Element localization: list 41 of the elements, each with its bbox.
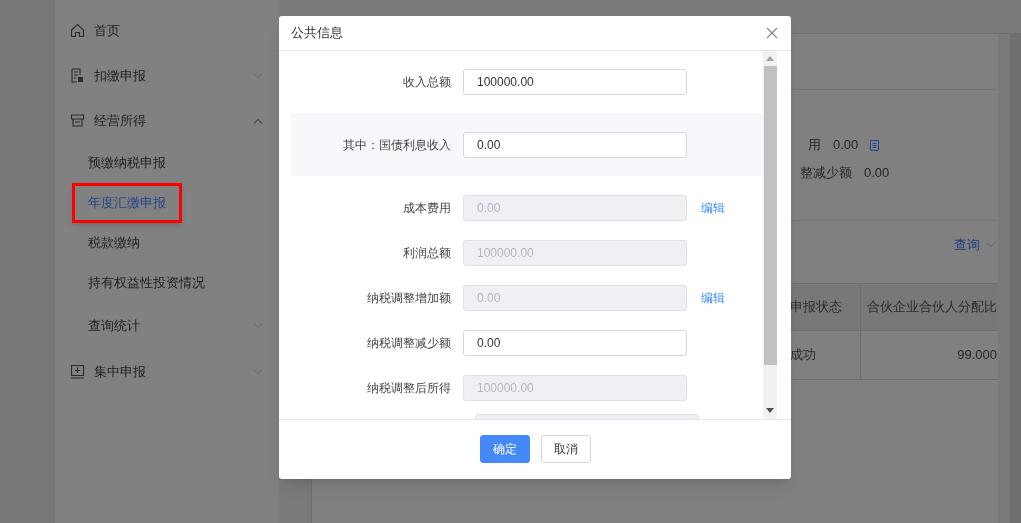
field-label: 纳税调整减少额	[366, 334, 452, 352]
dialog-title: 公共信息	[291, 24, 343, 43]
sidebar-item[interactable]: 查询统计	[72, 306, 156, 346]
table-cell-text: 99.000	[956, 346, 998, 365]
field-label: 纳税调整后所得	[366, 379, 452, 397]
close-icon[interactable]	[766, 27, 778, 39]
summary-label: 用	[808, 136, 821, 155]
cancel-button[interactable]: 取消	[540, 434, 591, 463]
summary-value: 0.00	[864, 164, 890, 183]
sidebar-item[interactable]: 预缴纳税申报	[72, 143, 182, 183]
sidebar-item[interactable]: 年度汇缴申报	[72, 183, 182, 223]
confirm-button[interactable]: 确定	[479, 434, 530, 463]
import-icon	[70, 364, 85, 379]
field-label: 纳税调整增加额	[366, 289, 452, 307]
field-label: 利润总额	[402, 244, 452, 262]
field-label: 其中：国债利息收入	[342, 136, 452, 154]
scroll-down-icon[interactable]	[766, 408, 774, 413]
sidebar-item[interactable]: 持有权益性投资情况	[72, 263, 221, 303]
input-field[interactable]: 100000.00	[463, 68, 687, 95]
input-field[interactable]: 0.00	[463, 131, 687, 158]
query-dropdown[interactable]: 查询	[954, 235, 998, 255]
sidebar-item[interactable]: 集中申报	[55, 349, 279, 394]
field-label: 成本费用	[402, 199, 452, 217]
document-icon	[70, 68, 85, 83]
store-icon	[70, 113, 85, 128]
sidebar-item[interactable]: 扣缴申报	[55, 53, 279, 98]
summary-value: 0.00	[833, 136, 859, 155]
input-field[interactable]: 0.00	[463, 329, 687, 356]
input-field: 100000.00	[463, 374, 687, 401]
input-field: 100000.00	[463, 239, 687, 266]
summary-label: 整减少额	[800, 164, 852, 183]
sidebar-item[interactable]: 首页	[55, 8, 279, 53]
field-label: 收入总额	[402, 73, 452, 91]
sidebar-item[interactable]: 税款缴纳	[72, 223, 156, 263]
column-header: 合伙企业合伙人分配比	[866, 298, 998, 317]
scrollbar[interactable]	[763, 51, 777, 419]
home-icon	[70, 23, 85, 38]
sidebar-item[interactable]: 经营所得	[55, 98, 279, 143]
scroll-up-icon[interactable]	[766, 56, 774, 61]
input-field: 0.00	[463, 284, 687, 311]
input-field: 0.00	[463, 194, 687, 221]
